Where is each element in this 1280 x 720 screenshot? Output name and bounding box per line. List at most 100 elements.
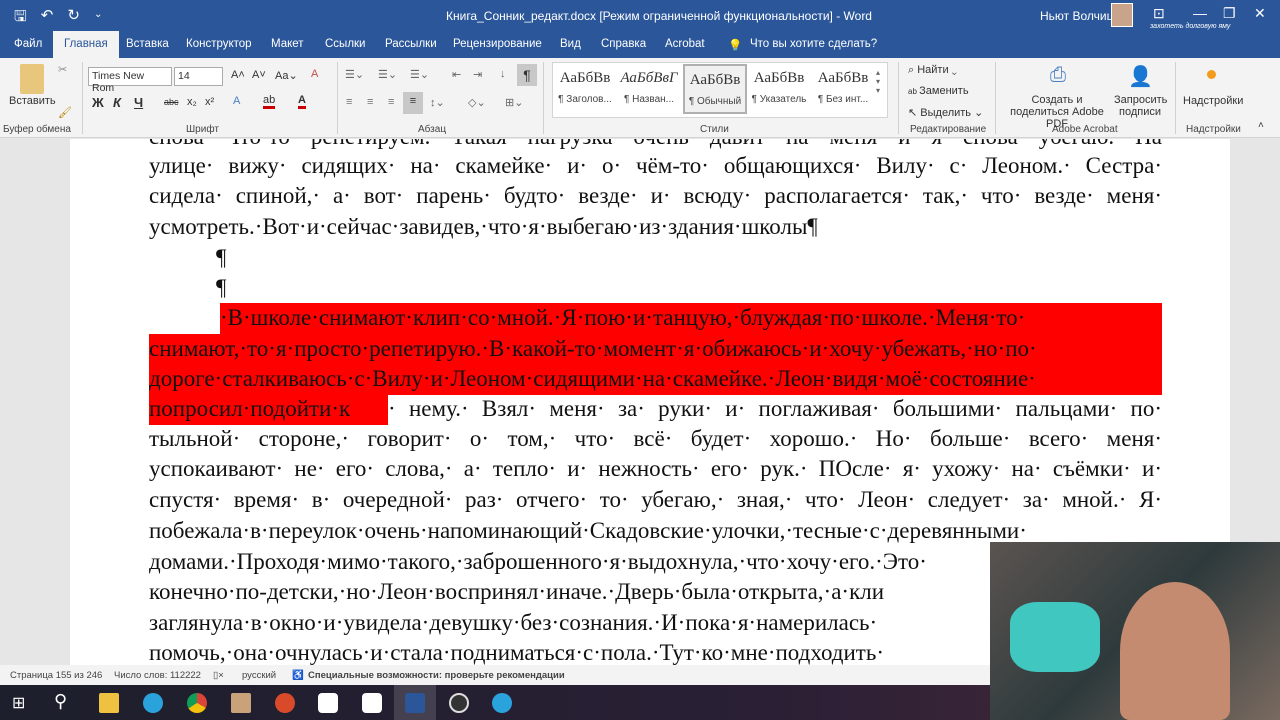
tab-references[interactable]: Ссылки: [325, 38, 366, 50]
italic-button[interactable]: К: [113, 95, 121, 110]
ribbon-tabs: Файл Главная Вставка Конструктор Макет С…: [0, 31, 1280, 77]
group-paragraph: Абзац: [418, 124, 447, 135]
close-button[interactable]: ✕: [1254, 5, 1266, 22]
page-count[interactable]: Страница 155 из 246: [10, 670, 102, 681]
tab-design[interactable]: Конструктор: [186, 38, 252, 50]
find-button[interactable]: ⌕ Найти ⌄: [908, 64, 957, 77]
strikethrough-icon[interactable]: abc: [164, 97, 179, 107]
highlighted-line: ·В·школе·снимают·клип·со·мной.·Я·пою·и·т…: [220, 303, 1162, 334]
ribbon: Вставить ✂ 🖌 Буфер обмена Times New Rom …: [0, 58, 1280, 138]
shading-icon[interactable]: ◇⌄: [468, 96, 486, 109]
create-pdf-icon: ⎙: [1050, 64, 1066, 86]
align-right-icon[interactable]: ≡: [388, 96, 394, 108]
tab-mailings[interactable]: Рассылки: [385, 38, 437, 50]
grow-font-icon[interactable]: A˄: [231, 69, 245, 81]
align-left-icon[interactable]: ≡: [346, 96, 352, 108]
doc-line: сидела· спиной,· а· вот· парень· будто· …: [149, 183, 1162, 208]
redo-icon[interactable]: ↻: [67, 6, 80, 31]
telegram-icon[interactable]: [143, 693, 163, 713]
tab-help[interactable]: Справка: [601, 38, 646, 50]
show-marks-button[interactable]: ¶: [517, 64, 537, 86]
style-normal[interactable]: АаБбВв ¶ Обычный: [683, 64, 747, 114]
subscript-icon[interactable]: x₂: [187, 96, 197, 108]
highlight-color-icon[interactable]: ab: [263, 94, 276, 109]
paste-icon[interactable]: [20, 64, 44, 94]
group-styles: Стили: [700, 124, 729, 135]
language[interactable]: русский: [242, 670, 276, 681]
overlay-hint: захотеть долговую яму: [1150, 23, 1231, 30]
proofing-icon[interactable]: ▯×: [213, 670, 224, 681]
undo-icon[interactable]: ↶: [41, 6, 54, 31]
bullets-icon[interactable]: ☰⌄: [345, 68, 364, 81]
ribbon-display-icon[interactable]: ⊡: [1153, 5, 1165, 22]
multilevel-list-icon[interactable]: ☰⌄: [410, 68, 429, 81]
minimize-button[interactable]: —: [1193, 5, 1207, 21]
style-title[interactable]: АаБбВвГ ¶ Назван...: [617, 64, 681, 114]
shrink-font-icon[interactable]: A˅: [252, 69, 266, 81]
change-case-icon[interactable]: Aa⌄: [275, 69, 298, 82]
addins-button[interactable]: Надстройки: [1183, 95, 1243, 107]
app-icon[interactable]: [275, 693, 295, 713]
word-count[interactable]: Число слов: 112222: [114, 670, 201, 681]
font-size-select[interactable]: 14: [174, 67, 223, 86]
styles-scroll-icon[interactable]: ▴ ▾ ▾: [876, 68, 880, 95]
justify-button[interactable]: ≡: [403, 92, 423, 114]
tab-view[interactable]: Вид: [560, 38, 581, 50]
increase-indent-icon[interactable]: ⇥: [473, 68, 482, 81]
decrease-indent-icon[interactable]: ⇤: [452, 68, 461, 81]
customize-qat-icon[interactable]: ⌄: [94, 6, 102, 31]
request-signature-button[interactable]: Запросить подписи: [1114, 94, 1167, 118]
tab-insert[interactable]: Вставка: [126, 38, 169, 50]
search-icon: ⌕: [908, 64, 918, 76]
replace-icon: ab: [908, 87, 920, 96]
font-color-icon[interactable]: A: [298, 94, 306, 109]
replace-button[interactable]: ab Заменить: [908, 85, 969, 97]
telegram-icon[interactable]: [492, 693, 512, 713]
tab-home[interactable]: Главная: [53, 31, 119, 58]
group-clipboard: Буфер обмена: [3, 124, 71, 135]
restore-button[interactable]: ❐: [1223, 5, 1236, 22]
tab-review[interactable]: Рецензирование: [453, 38, 542, 50]
obs-icon[interactable]: [449, 693, 469, 713]
doc-line: улице· вижу· сидящих· на· скамейке· и· о…: [149, 153, 1162, 178]
search-icon[interactable]: ⚲: [54, 691, 67, 712]
style-index[interactable]: АаБбВв ¶ Указатель: [747, 64, 811, 114]
accessibility-status[interactable]: Специальные возможности: проверьте реком…: [308, 670, 565, 681]
tab-layout[interactable]: Макет: [271, 38, 304, 50]
lightbulb-icon: 💡: [728, 40, 743, 52]
collapse-ribbon-icon[interactable]: ˄: [1258, 120, 1264, 131]
tell-me-search[interactable]: Что вы хотите сделать?: [750, 38, 877, 50]
empty-paragraph-mark: ¶: [216, 245, 227, 270]
style-no-spacing[interactable]: АаБбВв ¶ Без инт...: [811, 64, 875, 114]
capcut-icon[interactable]: [362, 693, 382, 713]
media-player-icon[interactable]: [231, 693, 251, 713]
start-icon[interactable]: ⊞: [12, 693, 25, 713]
chrome-icon[interactable]: [187, 693, 207, 713]
select-button[interactable]: ↖ Выделить ⌄: [908, 106, 983, 119]
user-name[interactable]: Ньют Волчица: [1040, 9, 1120, 23]
webcam-overlay: [990, 542, 1280, 720]
word-taskbar-button[interactable]: [394, 685, 436, 720]
bold-button[interactable]: Ж: [92, 95, 104, 110]
save-icon[interactable]: 🖫: [14, 6, 27, 31]
file-explorer-icon[interactable]: [99, 693, 119, 713]
underline-button[interactable]: Ч: [134, 95, 143, 110]
sort-icon[interactable]: ↓: [500, 68, 506, 80]
line-spacing-icon[interactable]: ↕⌄: [430, 96, 445, 109]
font-name-select[interactable]: Times New Rom: [88, 67, 172, 94]
superscript-icon[interactable]: x²: [205, 96, 214, 108]
clear-format-icon[interactable]: A: [311, 68, 318, 80]
align-center-icon[interactable]: ≡: [367, 96, 373, 108]
tab-file[interactable]: Файл: [14, 38, 42, 50]
tab-acrobat[interactable]: Acrobat: [665, 38, 705, 50]
paste-button[interactable]: Вставить: [9, 95, 56, 107]
highlighted-line: попросил·подойти·к: [149, 394, 388, 425]
capcut-icon[interactable]: [318, 693, 338, 713]
format-painter-icon[interactable]: 🖌: [58, 106, 72, 119]
text-effects-icon[interactable]: A: [233, 95, 240, 107]
numbering-icon[interactable]: ☰⌄: [378, 68, 397, 81]
cut-icon[interactable]: ✂: [58, 63, 67, 76]
borders-icon[interactable]: ⊞⌄: [505, 96, 523, 109]
avatar[interactable]: [1111, 3, 1133, 27]
style-heading[interactable]: АаБбВв ¶ Заголов...: [553, 64, 617, 114]
